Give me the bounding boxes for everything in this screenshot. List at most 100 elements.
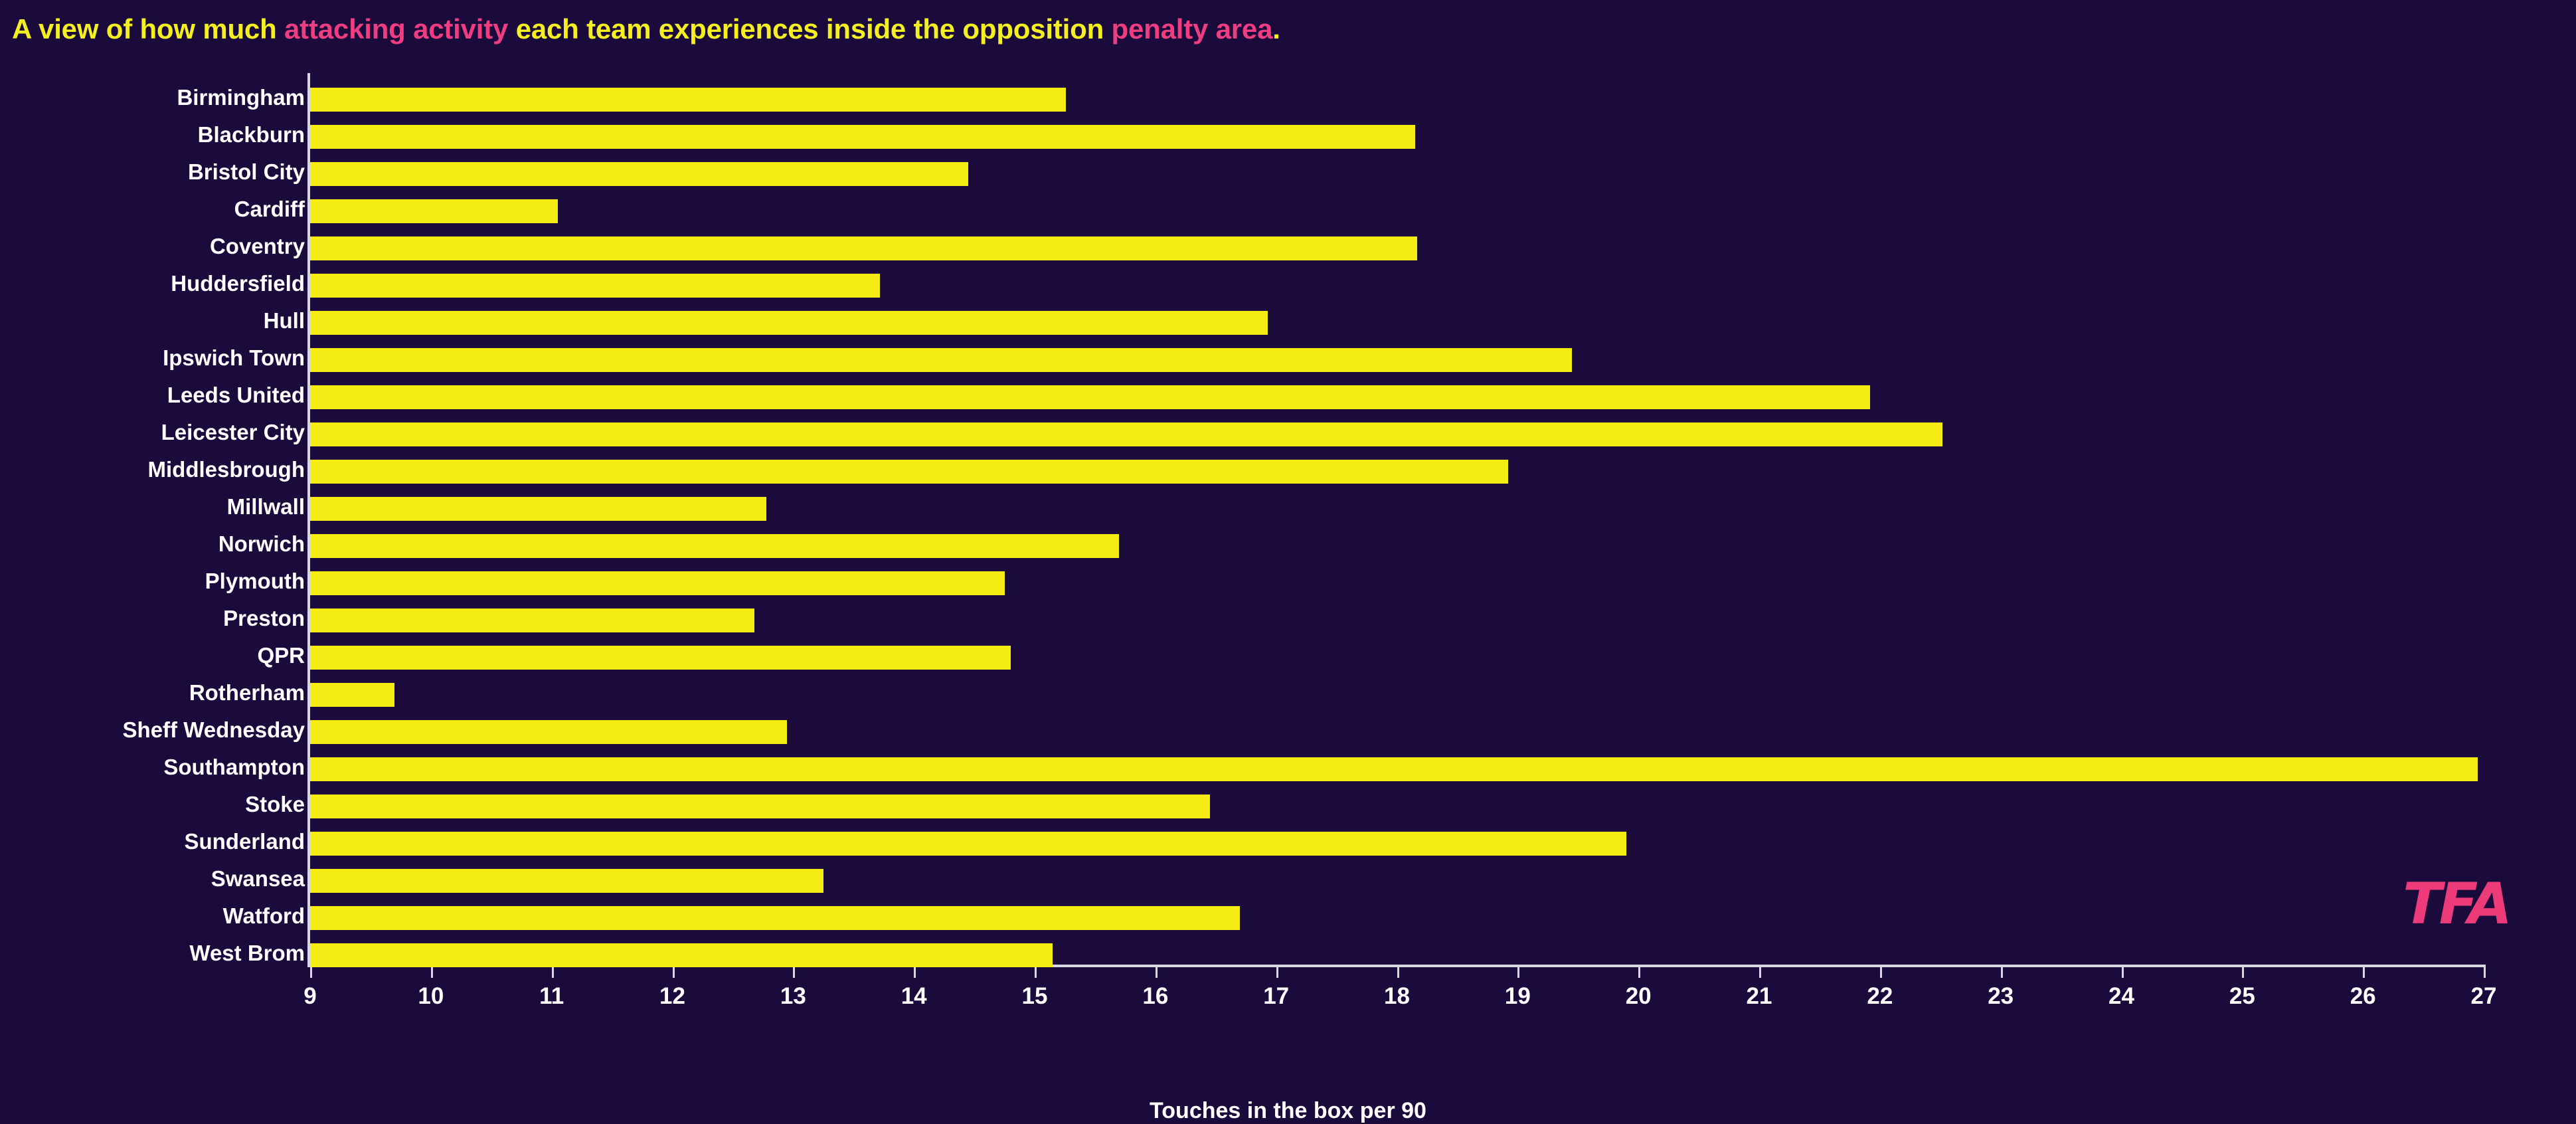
bar-west-brom[interactable]: [310, 943, 1053, 967]
x-axis-tick-mark: [1397, 967, 1399, 978]
bar-southampton[interactable]: [310, 757, 2478, 781]
bar-qpr[interactable]: [310, 646, 1011, 670]
y-axis-label-cardiff: Cardiff: [234, 197, 305, 221]
x-axis-tick-mark: [914, 967, 916, 978]
title-highlight-attacking-activity: attacking activity: [284, 13, 509, 45]
y-axis-label-huddersfield: Huddersfield: [171, 271, 305, 296]
y-axis-label-birmingham: Birmingham: [177, 85, 305, 110]
y-axis-label-sheff-wednesday: Sheff Wednesday: [122, 717, 305, 742]
title-segment-3: each team experiences inside the opposit…: [508, 13, 1112, 45]
bar-row: Millwall: [0, 490, 2576, 527]
x-axis-tick-mark: [2484, 967, 2486, 978]
bar-huddersfield[interactable]: [310, 274, 881, 298]
x-axis-tick-mark: [2000, 967, 2003, 978]
bar-cardiff[interactable]: [310, 199, 558, 223]
bar-bristol-city[interactable]: [310, 162, 968, 186]
y-axis-label-middlesbrough: Middlesbrough: [147, 457, 305, 482]
y-axis-label-swansea: Swansea: [211, 866, 305, 891]
x-axis-tick-label-27: 27: [2470, 983, 2497, 1009]
y-axis-label-blackburn: Blackburn: [197, 122, 305, 147]
bar-row: Leeds United: [0, 379, 2576, 416]
y-axis-label-rotherham: Rotherham: [189, 680, 305, 705]
y-axis-label-leeds-united: Leeds United: [167, 383, 305, 407]
bar-chart-plot-area: Birmingham Blackburn Bristol City Cardiff Co…: [0, 70, 2576, 1123]
y-axis-label-plymouth: Plymouth: [205, 569, 305, 593]
y-axis-label-hull: Hull: [263, 308, 305, 333]
bar-row: Coventry: [0, 230, 2576, 267]
x-axis-tick-mark: [551, 967, 554, 978]
x-axis-tick-label-17: 17: [1263, 983, 1290, 1009]
bar-row: Plymouth: [0, 565, 2576, 602]
x-axis-title: Touches in the box per 90: [1150, 1098, 1426, 1123]
x-axis-tick-label-11: 11: [539, 983, 564, 1009]
y-axis-label-sunderland: Sunderland: [184, 829, 305, 854]
x-axis-tick-label-21: 21: [1746, 983, 1772, 1009]
y-axis-label-southampton: Southampton: [163, 755, 305, 779]
y-axis-label-qpr: QPR: [257, 643, 305, 668]
bar-row: Bristol City: [0, 155, 2576, 193]
bar-stoke[interactable]: [310, 795, 1210, 818]
bar-swansea[interactable]: [310, 869, 823, 893]
bar-norwich[interactable]: [310, 534, 1120, 558]
bar-row: Huddersfield: [0, 267, 2576, 304]
x-axis-tick-mark: [793, 967, 796, 978]
x-axis-tick-mark: [1035, 967, 1037, 978]
bar-preston[interactable]: [310, 609, 755, 632]
x-axis-tick-mark: [2363, 967, 2365, 978]
bar-rotherham[interactable]: [310, 683, 395, 707]
x-axis-tick-label-24: 24: [2108, 983, 2134, 1009]
bar-row: West Brom: [0, 937, 2576, 974]
bar-hull[interactable]: [310, 311, 1268, 335]
bar-row: Hull: [0, 304, 2576, 341]
bar-millwall[interactable]: [310, 497, 767, 521]
bar-row: Leicester City: [0, 416, 2576, 453]
bar-row: Watford: [0, 899, 2576, 937]
page-title: A view of how much attacking activity ea…: [12, 13, 1280, 45]
x-axis-tick-mark: [672, 967, 675, 978]
x-axis-tick-label-12: 12: [659, 983, 685, 1009]
x-axis-tick-label-26: 26: [2350, 983, 2376, 1009]
bar-ipswich-town[interactable]: [310, 348, 1573, 372]
bar-row: Ipswich Town: [0, 341, 2576, 379]
bar-coventry[interactable]: [310, 236, 1418, 260]
bar-row: Southampton: [0, 751, 2576, 788]
y-axis-label-millwall: Millwall: [226, 494, 305, 519]
x-axis-tick-label-9: 9: [303, 983, 317, 1009]
x-axis-tick-label-10: 10: [418, 983, 444, 1009]
bar-birmingham[interactable]: [310, 88, 1067, 112]
x-axis-tick-label-23: 23: [1988, 983, 2014, 1009]
bar-leeds-united[interactable]: [310, 385, 1871, 409]
x-axis-tick-label-13: 13: [780, 983, 806, 1009]
x-axis-tick-mark: [2121, 967, 2124, 978]
y-axis-label-watford: Watford: [222, 903, 305, 928]
bar-watford[interactable]: [310, 906, 1241, 930]
bar-row: Sheff Wednesday: [0, 713, 2576, 751]
bar-middlesbrough[interactable]: [310, 460, 1508, 484]
bar-row: QPR: [0, 639, 2576, 676]
bar-plymouth[interactable]: [310, 571, 1005, 595]
title-highlight-penalty-area: penalty area: [1111, 13, 1273, 45]
x-axis-tick-label-18: 18: [1384, 983, 1410, 1009]
y-axis-label-ipswich-town: Ipswich Town: [163, 345, 305, 370]
x-axis-tick-mark: [1759, 967, 1761, 978]
bar-sunderland[interactable]: [310, 832, 1626, 856]
bar-blackburn[interactable]: [310, 125, 1415, 149]
x-axis-tick-label-14: 14: [901, 983, 927, 1009]
x-axis-tick-label-22: 22: [1867, 983, 1893, 1009]
bar-row: Norwich: [0, 527, 2576, 565]
bar-sheff-wednesday[interactable]: [310, 720, 788, 744]
x-axis-tick-label-20: 20: [1625, 983, 1652, 1009]
tfa-logo: TFA: [2403, 871, 2512, 937]
y-axis-label-leicester-city: Leicester City: [161, 420, 305, 444]
y-axis-label-norwich: Norwich: [218, 531, 305, 556]
bar-row: Birmingham: [0, 81, 2576, 118]
x-axis-tick-label-19: 19: [1504, 983, 1531, 1009]
x-axis-tick-mark: [430, 967, 433, 978]
x-axis-tick-mark: [310, 967, 312, 978]
y-axis-label-west-brom: West Brom: [189, 941, 305, 965]
x-axis-tick-mark: [1879, 967, 1882, 978]
bar-leicester-city[interactable]: [310, 422, 1943, 446]
title-segment-5: .: [1272, 13, 1280, 45]
x-axis-tick-mark: [2242, 967, 2245, 978]
x-axis-tick-mark: [1276, 967, 1278, 978]
